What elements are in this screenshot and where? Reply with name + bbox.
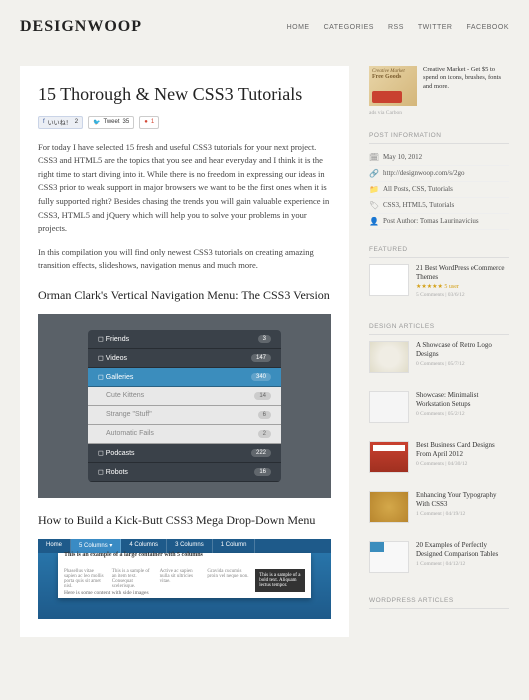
article-item-title[interactable]: Best Business Card Designs From April 20… — [416, 441, 509, 459]
tutorial-heading-2[interactable]: How to Build a Kick-Butt CSS3 Mega Drop-… — [38, 512, 331, 529]
ad-box: Creative MarketFree Goods Creative Marke… — [369, 66, 509, 116]
featured-thumb[interactable] — [369, 264, 409, 296]
info-item: 🔗 http://designwoop.com/s/2go — [369, 166, 509, 182]
article-thumb[interactable] — [369, 441, 409, 473]
article-thumb[interactable] — [369, 341, 409, 373]
article-meta: 0 Comments | 05/7/12 — [416, 361, 509, 368]
ad-attribution[interactable]: ads via Carbon — [369, 110, 509, 116]
design-articles-box: DESIGN ARTICLES A Showcase of Retro Logo… — [369, 323, 509, 581]
wordpress-articles-title: WORDPRESS ARTICLES — [369, 597, 509, 609]
article-meta: 1 Comment | 04/12/12 — [416, 561, 509, 568]
featured-meta: 5 Comments | 03/6/12 — [416, 292, 509, 299]
nav-categories[interactable]: CATEGORIES — [324, 24, 374, 31]
social-buttons: f いいね！ 2 🐦Tweet 35 ● 1 — [38, 116, 331, 129]
featured-title: FEATURED — [369, 246, 509, 258]
article-thumb[interactable] — [369, 541, 409, 573]
intro-paragraph-1: For today I have selected 15 fresh and u… — [38, 141, 331, 236]
design-articles-title: DESIGN ARTICLES — [369, 323, 509, 335]
demo-menu-item: ◻ Videos147 — [88, 349, 281, 368]
rating-stars: ★★★★★ 5 user — [416, 284, 509, 292]
article-item-title[interactable]: Showcase: Minimalist Workstation Setups — [416, 391, 509, 409]
tutorial-image-1[interactable]: ◻ Friends3◻ Videos147◻ Galleries340Cute … — [38, 314, 331, 498]
demo-menu-item: ◻ Friends3 — [88, 330, 281, 349]
article-meta: 0 Comments | 05/2/12 — [416, 411, 509, 418]
article-meta: 0 Comments | 04/30/12 — [416, 461, 509, 468]
design-article-item: A Showcase of Retro Logo Designs 0 Commen… — [369, 341, 509, 381]
design-article-item: Best Business Card Designs From April 20… — [369, 441, 509, 481]
article-thumb[interactable] — [369, 391, 409, 423]
ad-text[interactable]: Creative Market - Get $5 to spend on ico… — [423, 66, 509, 106]
nav-twitter[interactable]: TWITTER — [418, 24, 453, 31]
gplus-button[interactable]: ● 1 — [139, 116, 159, 129]
article-content: 15 Thorough & New CSS3 Tutorials f いいね！ … — [20, 66, 349, 637]
nav-home[interactable]: HOME — [287, 24, 310, 31]
intro-paragraph-2: In this compilation you will find only n… — [38, 246, 331, 273]
link-icon: 🔗 — [369, 169, 378, 178]
nav-rss[interactable]: RSS — [388, 24, 404, 31]
tutorial-image-2[interactable]: Home5 Columns ▾4 Columns3 Columns1 Colum… — [38, 539, 331, 619]
article-item-title[interactable]: A Showcase of Retro Logo Designs — [416, 341, 509, 359]
wordpress-articles-box: WORDPRESS ARTICLES — [369, 597, 509, 609]
tweet-button[interactable]: 🐦Tweet 35 — [88, 116, 134, 129]
tag-icon: 🏷 — [369, 201, 378, 210]
article-item-title[interactable]: 20 Examples of Perfectly Designed Compar… — [416, 541, 509, 559]
tutorial-heading-1[interactable]: Orman Clark's Vertical Navigation Menu: … — [38, 287, 331, 304]
info-item: 🗓 May 10, 2012 — [369, 150, 509, 166]
nav-facebook[interactable]: FACEBOOK — [466, 24, 509, 31]
article-title: 15 Thorough & New CSS3 Tutorials — [38, 84, 331, 106]
design-article-item: 20 Examples of Perfectly Designed Compar… — [369, 541, 509, 581]
ad-image[interactable]: Creative MarketFree Goods — [369, 66, 417, 106]
info-item: 🏷 CSS3, HTML5, Tutorials — [369, 198, 509, 214]
article-thumb[interactable] — [369, 491, 409, 523]
featured-box: FEATURED 21 Best WordPress eCommerce The… — [369, 246, 509, 307]
demo-menu-item: Cute Kittens14 — [88, 387, 281, 406]
info-text[interactable]: Post Author: Tomas Laurinavicius — [383, 217, 479, 225]
info-item: 📁 All Posts, CSS, Tutorials — [369, 182, 509, 198]
post-info-box: POST INFORMATION 🗓 May 10, 2012 🔗 http://de… — [369, 132, 509, 230]
date-icon: 🗓 — [369, 153, 378, 162]
featured-item-title[interactable]: 21 Best WordPress eCommerce Themes — [416, 264, 509, 282]
info-text[interactable]: All Posts, CSS, Tutorials — [383, 185, 453, 193]
demo-menu-item: Strange "Stuff"6 — [88, 406, 281, 425]
sidebar: Creative MarketFree Goods Creative Marke… — [369, 66, 509, 637]
article-meta: 1 Comment | 04/19/12 — [416, 511, 509, 518]
user-icon: 👤 — [369, 217, 378, 226]
info-text[interactable]: CSS3, HTML5, Tutorials — [383, 201, 454, 209]
info-text[interactable]: May 10, 2012 — [383, 153, 422, 161]
site-logo[interactable]: DESIGNWOOP — [20, 18, 142, 36]
article-item-title[interactable]: Enhancing Your Typography With CSS3 — [416, 491, 509, 509]
facebook-like-button[interactable]: f いいね！ 2 — [38, 116, 83, 129]
info-text[interactable]: http://designwoop.com/s/2go — [383, 169, 464, 177]
demo-menu-item: ◻ Galleries340 — [88, 368, 281, 387]
main-nav: HOME CATEGORIES RSS TWITTER FACEBOOK — [287, 24, 509, 31]
demo-menu-item: Automatic Fails2 — [88, 425, 281, 444]
design-article-item: Enhancing Your Typography With CSS3 1 Com… — [369, 491, 509, 531]
design-article-item: Showcase: Minimalist Workstation Setups 0… — [369, 391, 509, 431]
info-item: 👤 Post Author: Tomas Laurinavicius — [369, 214, 509, 230]
post-info-title: POST INFORMATION — [369, 132, 509, 144]
demo-menu-item: ◻ Podcasts222 — [88, 444, 281, 463]
demo-menu-item: ◻ Robots16 — [88, 463, 281, 482]
folder-icon: 📁 — [369, 185, 378, 194]
